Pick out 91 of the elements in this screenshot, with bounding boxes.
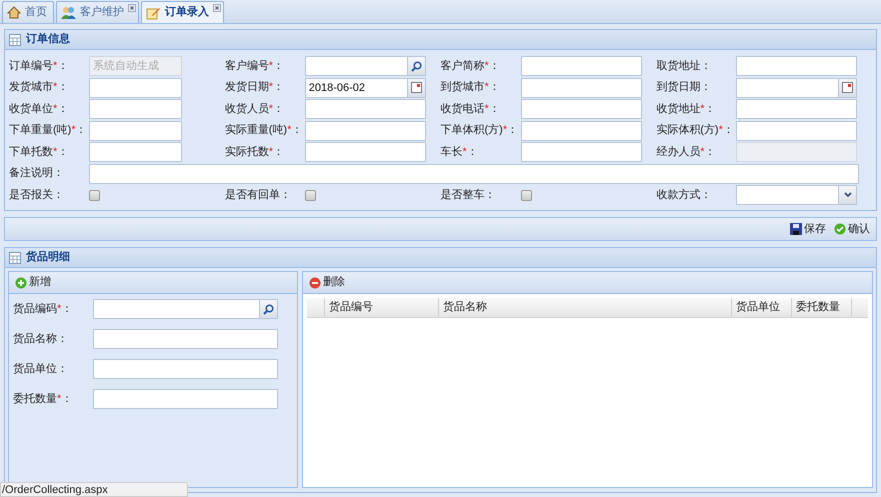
input-field[interactable] xyxy=(520,120,642,140)
calendar-icon xyxy=(842,82,854,93)
search-button[interactable] xyxy=(408,56,426,76)
chevron-down-icon xyxy=(844,192,852,198)
field-label: 收货单位*： xyxy=(9,102,70,117)
column-header[interactable]: 委托数量 xyxy=(792,298,852,317)
checkbox[interactable] xyxy=(520,190,532,200)
calendar-button[interactable] xyxy=(408,78,426,98)
input-field[interactable] xyxy=(89,99,182,119)
calendar-icon xyxy=(410,82,422,93)
panel-title: 订单信息 xyxy=(26,32,70,48)
field-label: 货品名称： xyxy=(13,332,69,347)
plus-circle-icon xyxy=(15,276,27,288)
column-header[interactable]: 货品编号 xyxy=(325,298,439,317)
input-field[interactable] xyxy=(89,120,182,140)
tab[interactable]: 订单录入 xyxy=(141,1,224,23)
input-field[interactable] xyxy=(93,359,278,379)
minus-circle-icon xyxy=(309,276,321,288)
input-field[interactable] xyxy=(89,78,182,98)
calendar-button[interactable] xyxy=(839,78,858,98)
date-field[interactable] xyxy=(736,78,840,98)
input-field[interactable] xyxy=(736,99,858,119)
field-label: 订单编号*： xyxy=(9,58,70,74)
input-field[interactable] xyxy=(93,329,278,349)
toolbar-button[interactable]: 确认 xyxy=(834,220,870,238)
select-field[interactable] xyxy=(736,185,840,205)
input-field[interactable] xyxy=(736,56,858,76)
field-label: 取货地址： xyxy=(656,58,712,74)
field-label: 收款方式： xyxy=(656,188,712,203)
field-label: 发货日期*： xyxy=(224,80,286,96)
field-label: 下单重量(吨)*： xyxy=(9,123,88,138)
add-button[interactable]: 新增 xyxy=(15,274,51,291)
input-field[interactable] xyxy=(520,56,642,76)
input-field[interactable] xyxy=(520,142,642,162)
input-field[interactable] xyxy=(304,99,426,119)
field-label: 实际托数*： xyxy=(224,144,286,160)
input-field[interactable] xyxy=(520,99,642,119)
field-label: 下单体积(方)*： xyxy=(440,122,520,138)
checkbox[interactable] xyxy=(304,190,316,200)
column-header[interactable]: 货品单位 xyxy=(732,298,792,317)
search-button[interactable] xyxy=(260,299,278,319)
field-label: 经办人员*： xyxy=(656,144,717,160)
close-icon[interactable] xyxy=(128,4,136,12)
house-icon xyxy=(7,6,21,19)
field-label: 货品单位： xyxy=(13,362,69,377)
table-icon xyxy=(9,252,21,264)
status-tooltip: /OrderCollecting.aspx xyxy=(0,482,188,497)
field-label: 车长*： xyxy=(440,144,479,160)
input-field[interactable] xyxy=(89,142,182,162)
field-label: 到货日期： xyxy=(656,80,712,96)
toolbar-button[interactable]: 保存 xyxy=(790,220,826,238)
field-label: 委托数量*： xyxy=(13,392,74,407)
field-label: 收货电话*： xyxy=(440,102,501,117)
input-field[interactable] xyxy=(304,56,408,76)
input-field[interactable] xyxy=(93,299,260,319)
field-label: 是否报关： xyxy=(9,188,65,203)
input-field[interactable] xyxy=(93,389,278,409)
input-field[interactable] xyxy=(520,78,642,98)
field-label: 下单托数*： xyxy=(9,144,70,160)
users-icon xyxy=(61,6,76,19)
table-icon xyxy=(9,34,21,46)
checkbox[interactable] xyxy=(89,190,100,200)
field-label: 客户编号*： xyxy=(224,58,286,74)
column-header[interactable]: 货品名称 xyxy=(439,298,732,317)
input-field[interactable] xyxy=(736,120,858,140)
field-label: 客户简称*： xyxy=(440,58,501,74)
field-label: 收货地址*： xyxy=(656,102,717,117)
panel-title: 货品明细 xyxy=(26,250,70,266)
field-label: 发货城市*： xyxy=(9,80,70,96)
input-field[interactable] xyxy=(89,164,859,184)
delete-button[interactable]: 删除 xyxy=(309,274,345,291)
field-label: 是否有回单： xyxy=(224,188,292,203)
save-icon xyxy=(790,223,802,235)
pencil-note-icon xyxy=(146,6,161,20)
field-label: 实际重量(吨)*： xyxy=(224,122,304,138)
search-icon xyxy=(410,60,422,72)
input-field[interactable] xyxy=(304,120,426,140)
field-label: 货品编码*： xyxy=(13,302,74,317)
dropdown-button[interactable] xyxy=(839,185,858,205)
check-circle-icon xyxy=(834,223,846,235)
field-label: 到货城市*： xyxy=(440,80,501,96)
field-label: 实际体积(方)*： xyxy=(656,122,735,138)
date-field[interactable]: 2018-06-02 xyxy=(304,78,408,98)
field-label: 收货人员*： xyxy=(224,102,286,117)
input-field[interactable] xyxy=(304,142,426,162)
tab[interactable]: 首页 xyxy=(2,1,54,23)
close-icon[interactable] xyxy=(213,4,221,12)
search-icon xyxy=(263,304,274,314)
field-label: 备注说明： xyxy=(9,166,65,182)
field-label: 是否整车： xyxy=(440,188,496,203)
tab[interactable]: 客户维护 xyxy=(56,1,139,23)
